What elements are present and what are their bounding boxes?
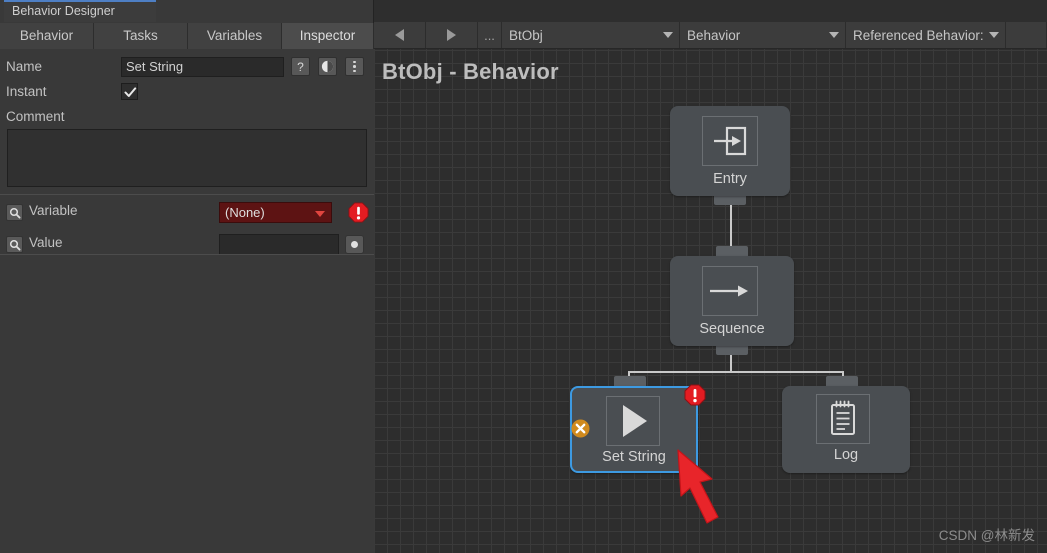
value-search-button[interactable] bbox=[6, 236, 23, 253]
name-input[interactable]: Set String bbox=[121, 57, 284, 77]
error-octagon-icon bbox=[684, 384, 706, 406]
variable-error-badge bbox=[348, 202, 369, 223]
node-sequence-label: Sequence bbox=[699, 321, 765, 337]
behavior-dropdown[interactable]: Behavior bbox=[680, 22, 846, 48]
enter-arrow-icon bbox=[714, 126, 747, 156]
instant-label: Instant bbox=[6, 84, 47, 99]
window-tab-behavior-designer[interactable]: Behavior Designer bbox=[4, 0, 156, 22]
toolbar-overflow bbox=[1006, 22, 1047, 48]
tab-inspector[interactable]: Inspector bbox=[282, 23, 374, 49]
chevron-down-icon bbox=[829, 32, 839, 38]
log-icon-frame bbox=[816, 394, 870, 444]
notepad-icon bbox=[831, 400, 855, 435]
window-tab-label: Behavior Designer bbox=[12, 4, 115, 18]
error-octagon-icon bbox=[348, 202, 369, 223]
question-mark-icon: ? bbox=[297, 59, 304, 74]
referenced-behavior-value: Referenced Behavior: bbox=[853, 27, 984, 43]
inspector-body: Name Set String ? Instant Comment Variab… bbox=[0, 49, 374, 553]
behavior-dropdown-value: Behavior bbox=[687, 27, 741, 43]
triangle-left-icon bbox=[395, 29, 404, 41]
tab-tasks[interactable]: Tasks bbox=[94, 23, 188, 49]
set-string-error-badge bbox=[684, 384, 706, 406]
play-triangle-icon bbox=[623, 405, 647, 437]
variable-dropdown[interactable]: (None) bbox=[219, 202, 332, 223]
magnifier-icon bbox=[9, 207, 21, 219]
variable-dropdown-value: (None) bbox=[225, 205, 265, 220]
three-dots-vertical-icon bbox=[353, 60, 356, 73]
divider-bottom bbox=[0, 254, 374, 255]
nav-more-button[interactable]: ... bbox=[478, 22, 502, 48]
value-picker-button[interactable] bbox=[345, 235, 364, 254]
node-entry-label: Entry bbox=[713, 171, 747, 187]
node-sequence[interactable]: Sequence bbox=[670, 256, 794, 346]
value-input[interactable] bbox=[219, 234, 339, 255]
chevron-down-icon bbox=[989, 32, 999, 38]
object-dropdown-value: BtObj bbox=[509, 27, 543, 43]
instant-checkbox[interactable] bbox=[121, 83, 138, 100]
node-entry[interactable]: Entry bbox=[670, 106, 790, 196]
chevron-down-icon bbox=[315, 211, 325, 217]
name-row: Name Set String ? bbox=[0, 57, 374, 79]
divider-top bbox=[0, 194, 374, 195]
options-menu-button[interactable] bbox=[345, 57, 364, 76]
magnifier-icon bbox=[9, 239, 21, 251]
inspector-subtab-bar: Behavior Tasks Variables Inspector bbox=[0, 23, 374, 49]
graph-topstrip bbox=[374, 0, 1047, 22]
wire-sequence-branch bbox=[628, 371, 844, 373]
nav-back-button[interactable] bbox=[374, 22, 426, 48]
x-circle-icon bbox=[571, 419, 590, 438]
comment-row: Comment bbox=[0, 107, 374, 129]
object-dropdown[interactable]: BtObj bbox=[502, 22, 680, 48]
comment-label: Comment bbox=[6, 109, 65, 124]
graph-panel: ... BtObj Behavior Referenced Behavior: … bbox=[374, 0, 1047, 553]
graph-title: BtObj - Behavior bbox=[382, 59, 559, 84]
set-string-disabled-badge[interactable] bbox=[571, 419, 590, 438]
behavior-tree-canvas[interactable]: BtObj - Behavior Entry Sequence Set Stri… bbox=[374, 49, 1047, 553]
tab-behavior[interactable]: Behavior bbox=[0, 23, 94, 49]
behavior-designer-window: Behavior Designer Behavior Tasks Variabl… bbox=[0, 0, 1047, 553]
set-string-icon-frame bbox=[606, 396, 660, 446]
inspector-panel: Behavior Designer Behavior Tasks Variabl… bbox=[0, 0, 374, 553]
wire-entry-to-sequence bbox=[730, 204, 732, 247]
variable-search-button[interactable] bbox=[6, 204, 23, 221]
value-label: Value bbox=[29, 235, 63, 250]
sequence-icon-frame bbox=[702, 266, 758, 316]
triangle-right-icon bbox=[447, 29, 456, 41]
help-button[interactable]: ? bbox=[291, 57, 310, 76]
watermark: CSDN @林新发 bbox=[938, 528, 1035, 543]
node-log[interactable]: Log bbox=[782, 386, 910, 473]
tab-variables[interactable]: Variables bbox=[188, 23, 282, 49]
name-label: Name bbox=[6, 59, 43, 74]
node-set-string-label: Set String bbox=[602, 449, 666, 465]
checkmark-icon bbox=[124, 87, 137, 97]
contrast-icon bbox=[321, 60, 334, 73]
variable-row: Variable (None) bbox=[0, 202, 374, 226]
right-arrow-icon bbox=[710, 285, 748, 297]
instant-row: Instant bbox=[0, 82, 374, 104]
nav-forward-button[interactable] bbox=[426, 22, 478, 48]
graph-toolbar: ... BtObj Behavior Referenced Behavior: bbox=[374, 22, 1047, 49]
node-log-label: Log bbox=[833, 447, 859, 463]
preset-button[interactable] bbox=[318, 57, 337, 76]
variable-label: Variable bbox=[29, 203, 78, 218]
referenced-behavior-dropdown[interactable]: Referenced Behavior: bbox=[846, 22, 1006, 48]
comment-textarea[interactable] bbox=[7, 129, 367, 187]
entry-icon-frame bbox=[702, 116, 758, 166]
object-picker-dot-icon bbox=[351, 241, 358, 248]
chevron-down-icon bbox=[663, 32, 673, 38]
wire-sequence-stem bbox=[730, 354, 732, 372]
